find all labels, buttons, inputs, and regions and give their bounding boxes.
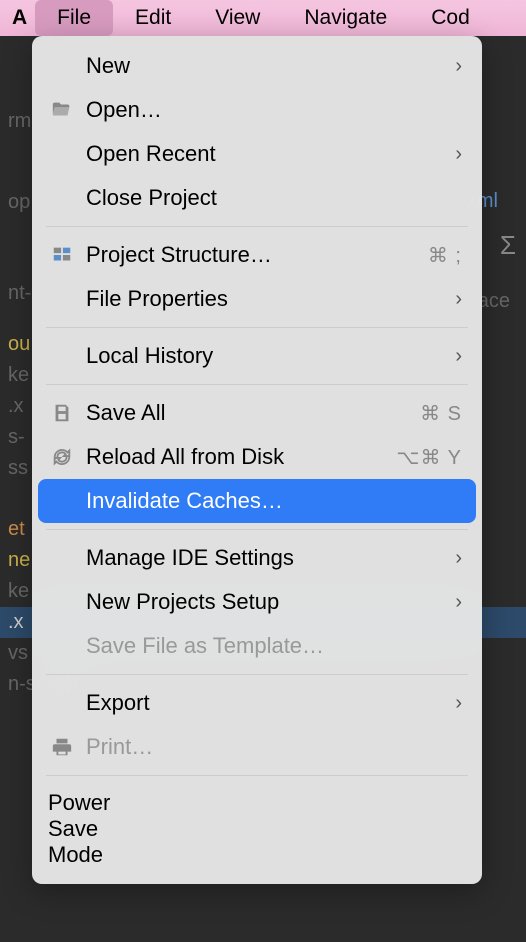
menu-print: Print… [32,725,482,769]
menu-save-all[interactable]: Save All ⌘ S [32,391,482,435]
menu-separator [46,529,468,530]
menu-open-recent[interactable]: Open Recent › [32,132,482,176]
menu-close-project[interactable]: Close Project [32,176,482,220]
menu-label: Export [86,690,455,716]
menu-invalidate-caches[interactable]: Invalidate Caches… [38,479,476,523]
menu-new-projects-setup[interactable]: New Projects Setup › [32,580,482,624]
menubar-logo: A [0,0,35,36]
chevron-right-icon: › [455,55,462,78]
menu-label: Close Project [86,185,462,211]
chevron-right-icon: › [455,547,462,570]
menu-label: Power Save Mode [48,790,110,867]
menu-label: Open Recent [86,141,455,167]
menu-label: Reload All from Disk [86,444,396,470]
menu-local-history[interactable]: Local History › [32,334,482,378]
menubar-view[interactable]: View [193,0,282,36]
menu-save-file-as-template: Save File as Template… [32,624,482,668]
menu-shortcut: ⌘ ; [428,243,462,268]
menu-separator [46,384,468,385]
menu-label: Project Structure… [86,242,428,268]
menu-shortcut: ⌘ S [420,401,462,426]
menu-project-structure[interactable]: Project Structure… ⌘ ; [32,233,482,277]
chevron-right-icon: › [455,692,462,715]
menu-label: Invalidate Caches… [86,488,462,514]
menu-separator [46,775,468,776]
folder-open-icon [48,99,76,121]
menu-label: File Properties [86,286,455,312]
menu-separator [46,327,468,328]
menu-label: Local History [86,343,455,369]
save-icon [48,402,76,424]
project-structure-icon [48,244,76,266]
menu-shortcut: ⌥⌘ Y [396,445,462,470]
menu-label: Save All [86,400,420,426]
menu-new[interactable]: New › [32,44,482,88]
menu-label: New [86,53,455,79]
print-icon [48,736,76,758]
menu-label: New Projects Setup [86,589,455,615]
menu-label: Manage IDE Settings [86,545,455,571]
menu-label: Print… [86,734,462,760]
menu-separator [46,674,468,675]
menu-power-save-mode[interactable]: Power Save Mode [32,782,482,876]
menu-label: Save File as Template… [86,633,462,659]
menubar: A File Edit View Navigate Cod [0,0,526,36]
chevron-right-icon: › [455,591,462,614]
file-menu-dropdown: New › Open… Open Recent › Close Project … [32,36,482,884]
menubar-code[interactable]: Cod [409,0,492,36]
menubar-edit[interactable]: Edit [113,0,193,36]
chevron-right-icon: › [455,143,462,166]
menu-export[interactable]: Export › [32,681,482,725]
chevron-right-icon: › [455,345,462,368]
reload-icon [48,446,76,468]
sigma-icon[interactable]: Σ [500,230,516,261]
menu-manage-ide-settings[interactable]: Manage IDE Settings › [32,536,482,580]
menubar-file[interactable]: File [35,0,113,36]
menu-label: Open… [86,97,462,123]
menu-reload-from-disk[interactable]: Reload All from Disk ⌥⌘ Y [32,435,482,479]
menubar-navigate[interactable]: Navigate [282,0,409,36]
menu-separator [46,226,468,227]
menu-open[interactable]: Open… [32,88,482,132]
menu-file-properties[interactable]: File Properties › [32,277,482,321]
chevron-right-icon: › [455,288,462,311]
